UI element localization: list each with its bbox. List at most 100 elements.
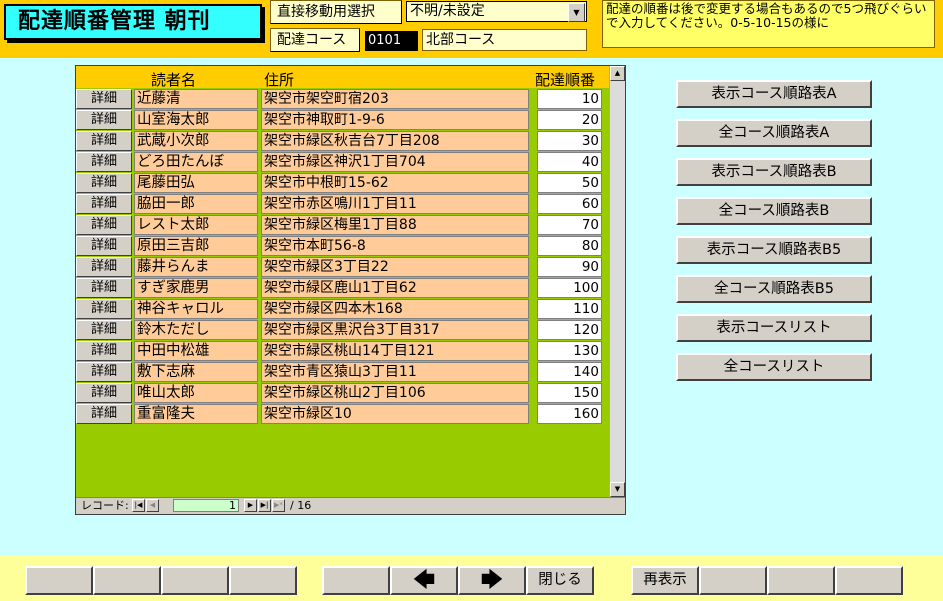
detail-button[interactable]: 詳細 — [76, 215, 132, 235]
report-button[interactable]: 全コース順路表A — [676, 119, 872, 147]
scroll-up-icon[interactable]: ▲ — [610, 66, 625, 81]
detail-button[interactable]: 詳細 — [76, 383, 132, 403]
address-cell[interactable]: 架空市緑区10 — [261, 404, 529, 424]
address-cell[interactable]: 架空市架空町宿203 — [261, 89, 529, 109]
address-cell[interactable]: 架空市中根町15-62 — [261, 173, 529, 193]
prev-record-icon[interactable]: ◀ — [146, 499, 159, 512]
direct-move-select[interactable]: 不明/未設定 ▼ — [406, 1, 587, 22]
table-row: 詳細 どろ田たんぼ 架空市緑区神沢1丁目704 40 — [76, 152, 609, 173]
direct-move-button[interactable]: 直接移動用選択 — [270, 0, 402, 24]
detail-button[interactable]: 詳細 — [76, 110, 132, 130]
reader-name-cell[interactable]: 重富隆夫 — [134, 404, 258, 424]
address-cell[interactable]: 架空市青区猿山3丁目11 — [261, 362, 529, 382]
address-cell[interactable]: 架空市緑区神沢1丁目704 — [261, 152, 529, 172]
reader-name-cell[interactable]: 近藤清 — [134, 89, 258, 109]
report-button[interactable]: 表示コース順路表B5 — [676, 236, 872, 264]
report-button[interactable]: 表示コースリスト — [676, 314, 872, 342]
footer-blank-button-4[interactable] — [229, 566, 297, 595]
reader-name-cell[interactable]: 原田三吉郎 — [134, 236, 258, 256]
table-row: 詳細 中田中松雄 架空市緑区桃山14丁目121 130 — [76, 341, 609, 362]
delivery-order-cell[interactable]: 110 — [537, 299, 602, 319]
detail-button[interactable]: 詳細 — [76, 89, 132, 109]
delivery-order-cell[interactable]: 40 — [537, 152, 602, 172]
delivery-order-cell[interactable]: 130 — [537, 341, 602, 361]
address-cell[interactable]: 架空市緑区四本木168 — [261, 299, 529, 319]
last-record-icon[interactable]: ▶| — [258, 499, 271, 512]
reader-name-cell[interactable]: すぎ家鹿男 — [134, 278, 258, 298]
footer-blank-button-8[interactable] — [835, 566, 903, 595]
reader-name-cell[interactable]: 神谷キャロル — [134, 299, 258, 319]
footer-blank-button-2[interactable] — [93, 566, 161, 595]
address-cell[interactable]: 架空市緑区鹿山1丁目62 — [261, 278, 529, 298]
delivery-order-cell[interactable]: 20 — [537, 110, 602, 130]
redisplay-button[interactable]: 再表示 — [631, 566, 699, 595]
detail-button[interactable]: 詳細 — [76, 404, 132, 424]
current-record-field[interactable]: 1 — [173, 499, 239, 512]
address-cell[interactable]: 架空市本町56-8 — [261, 236, 529, 256]
arrow-left-icon[interactable]: 🡄 — [390, 566, 458, 595]
footer-blank-button-7[interactable] — [767, 566, 835, 595]
detail-button[interactable]: 詳細 — [76, 194, 132, 214]
footer-blank-button-1[interactable] — [25, 566, 93, 595]
chevron-down-icon[interactable]: ▼ — [568, 3, 585, 22]
address-cell[interactable]: 架空市緑区秋吉台7丁目208 — [261, 131, 529, 151]
reader-name-cell[interactable]: 唯山太郎 — [134, 383, 258, 403]
detail-button[interactable]: 詳細 — [76, 299, 132, 319]
delivery-order-cell[interactable]: 10 — [537, 89, 602, 109]
delivery-order-cell[interactable]: 50 — [537, 173, 602, 193]
scroll-down-icon[interactable]: ▼ — [610, 482, 625, 497]
address-cell[interactable]: 架空市緑区黒沢台3丁目317 — [261, 320, 529, 340]
delivery-order-cell[interactable]: 80 — [537, 236, 602, 256]
footer-blank-button-3[interactable] — [161, 566, 229, 595]
reader-name-cell[interactable]: 敷下志麻 — [134, 362, 258, 382]
reader-name-cell[interactable]: 脇田一郎 — [134, 194, 258, 214]
reader-name-cell[interactable]: 尾藤田弘 — [134, 173, 258, 193]
reader-name-cell[interactable]: 藤井らんま — [134, 257, 258, 277]
close-button[interactable]: 閉じる — [526, 566, 594, 595]
arrow-right-icon[interactable]: 🡆 — [458, 566, 526, 595]
first-record-icon[interactable]: |◀ — [132, 499, 145, 512]
detail-button[interactable]: 詳細 — [76, 320, 132, 340]
delivery-order-cell[interactable]: 160 — [537, 404, 602, 424]
delivery-order-cell[interactable]: 100 — [537, 278, 602, 298]
reader-name-cell[interactable]: 武蔵小次郎 — [134, 131, 258, 151]
detail-button[interactable]: 詳細 — [76, 236, 132, 256]
new-record-icon[interactable]: ▶* — [272, 499, 285, 512]
report-button[interactable]: 表示コース順路表B — [676, 158, 872, 186]
delivery-order-cell[interactable]: 120 — [537, 320, 602, 340]
report-button[interactable]: 全コース順路表B — [676, 197, 872, 225]
reader-name-cell[interactable]: 鈴木ただし — [134, 320, 258, 340]
detail-button[interactable]: 詳細 — [76, 173, 132, 193]
delivery-order-cell[interactable]: 150 — [537, 383, 602, 403]
reader-name-cell[interactable]: 山室海太郎 — [134, 110, 258, 130]
reader-name-cell[interactable]: どろ田たんぼ — [134, 152, 258, 172]
footer-blank-button-5[interactable] — [322, 566, 390, 595]
course-code-field[interactable]: 0101 — [365, 31, 418, 51]
detail-button[interactable]: 詳細 — [76, 131, 132, 151]
report-button[interactable]: 全コース順路表B5 — [676, 275, 872, 303]
detail-button[interactable]: 詳細 — [76, 278, 132, 298]
footer-blank-button-6[interactable] — [699, 566, 767, 595]
detail-button[interactable]: 詳細 — [76, 341, 132, 361]
detail-button[interactable]: 詳細 — [76, 257, 132, 277]
delivery-order-cell[interactable]: 60 — [537, 194, 602, 214]
delivery-course-button[interactable]: 配達コース — [270, 28, 360, 52]
next-record-icon[interactable]: ▶ — [244, 499, 257, 512]
delivery-order-cell[interactable]: 70 — [537, 215, 602, 235]
delivery-order-cell[interactable]: 90 — [537, 257, 602, 277]
address-cell[interactable]: 架空市緑区3丁目22 — [261, 257, 529, 277]
address-cell[interactable]: 架空市緑区梅里1丁目88 — [261, 215, 529, 235]
address-cell[interactable]: 架空市緑区桃山2丁目106 — [261, 383, 529, 403]
report-button[interactable]: 表示コース順路表A — [676, 80, 872, 108]
reader-name-cell[interactable]: レスト太郎 — [134, 215, 258, 235]
address-cell[interactable]: 架空市緑区桃山14丁目121 — [261, 341, 529, 361]
reader-name-cell[interactable]: 中田中松雄 — [134, 341, 258, 361]
report-button[interactable]: 全コースリスト — [676, 353, 872, 381]
detail-button[interactable]: 詳細 — [76, 362, 132, 382]
detail-button[interactable]: 詳細 — [76, 152, 132, 172]
vertical-scrollbar[interactable]: ▲ ▼ — [609, 66, 625, 497]
delivery-order-cell[interactable]: 140 — [537, 362, 602, 382]
delivery-order-cell[interactable]: 30 — [537, 131, 602, 151]
address-cell[interactable]: 架空市神取町1-9-6 — [261, 110, 529, 130]
address-cell[interactable]: 架空市赤区鳴川1丁目11 — [261, 194, 529, 214]
